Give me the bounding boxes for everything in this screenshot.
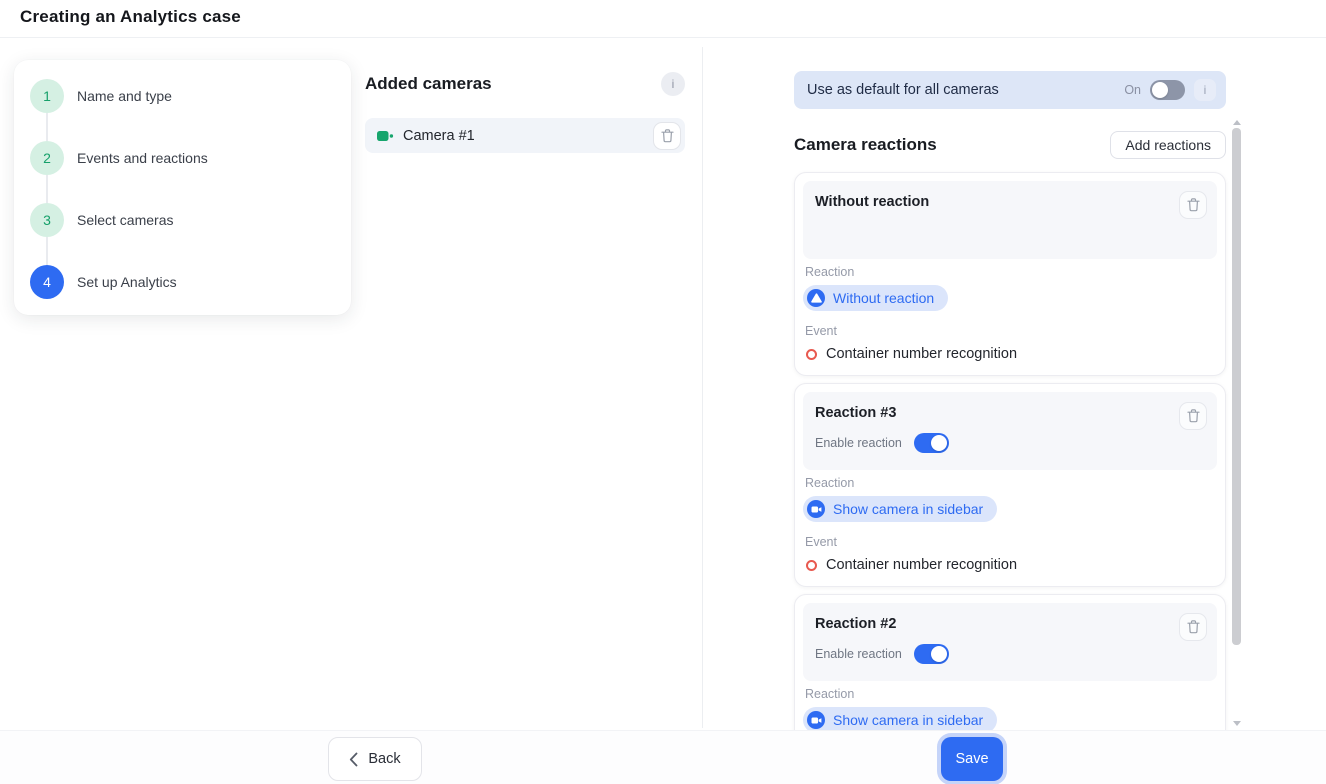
scrollbar-thumb[interactable] bbox=[1232, 128, 1241, 645]
camera-list-item: Camera #1 bbox=[365, 118, 685, 153]
reaction-card: Without reaction Reaction Without reacti… bbox=[794, 172, 1226, 376]
delete-reaction-button[interactable] bbox=[1179, 613, 1207, 641]
event-row: Container number recognition bbox=[806, 557, 1217, 573]
vertical-divider bbox=[702, 47, 703, 728]
scrollbar-up-arrow[interactable] bbox=[1233, 120, 1241, 125]
add-reactions-button[interactable]: Add reactions bbox=[1110, 131, 1226, 159]
toggle-knob bbox=[931, 435, 947, 451]
step-label: Events and reactions bbox=[77, 150, 208, 166]
step-connector bbox=[46, 113, 48, 141]
reaction-cards-list: Without reaction Reaction Without reacti… bbox=[794, 172, 1226, 747]
step-select-cameras[interactable]: 3 Select cameras bbox=[30, 203, 335, 237]
save-button[interactable]: Save bbox=[941, 737, 1003, 781]
step-number-badge: 4 bbox=[30, 265, 64, 299]
modal-header: Creating an Analytics case bbox=[0, 0, 1326, 38]
reactions-scrollbar[interactable] bbox=[1232, 118, 1241, 728]
reaction-field-label: Reaction bbox=[805, 687, 1217, 701]
toggle-state-label: On bbox=[1124, 83, 1141, 97]
step-label: Select cameras bbox=[77, 212, 173, 228]
enable-reaction-label: Enable reaction bbox=[815, 647, 902, 661]
trash-icon bbox=[661, 129, 674, 143]
chevron-left-icon bbox=[349, 752, 358, 767]
added-cameras-heading: Added cameras bbox=[365, 74, 492, 94]
scrollbar-down-arrow[interactable] bbox=[1233, 721, 1241, 726]
trash-icon bbox=[1187, 620, 1200, 634]
step-label: Set up Analytics bbox=[77, 274, 177, 290]
toggle-knob bbox=[931, 646, 947, 662]
camera-icon bbox=[807, 500, 825, 518]
camera-icon bbox=[377, 130, 394, 142]
reaction-card-title: Reaction #3 bbox=[815, 405, 1205, 421]
event-dot-icon bbox=[806, 349, 817, 360]
info-icon[interactable]: i bbox=[1194, 79, 1216, 101]
added-cameras-panel: Added cameras i Camera #1 bbox=[365, 60, 685, 153]
delete-camera-button[interactable] bbox=[653, 122, 681, 150]
step-label: Name and type bbox=[77, 88, 172, 104]
back-button-label: Back bbox=[368, 751, 400, 767]
event-field-label: Event bbox=[805, 535, 1217, 549]
delete-reaction-button[interactable] bbox=[1179, 402, 1207, 430]
toggle-knob bbox=[1152, 82, 1168, 98]
use-as-default-toggle[interactable] bbox=[1150, 80, 1185, 100]
default-for-all-cameras-banner: Use as default for all cameras On i bbox=[794, 71, 1226, 109]
enable-reaction-label: Enable reaction bbox=[815, 436, 902, 450]
step-set-up-analytics[interactable]: 4 Set up Analytics bbox=[30, 265, 335, 299]
step-connector bbox=[46, 237, 48, 265]
wizard-steps-panel: 1 Name and type 2 Events and reactions 3… bbox=[14, 60, 351, 315]
info-icon[interactable]: i bbox=[661, 72, 685, 96]
event-field-label: Event bbox=[805, 324, 1217, 338]
trash-icon bbox=[1187, 198, 1200, 212]
reaction-chip-label: Show camera in sidebar bbox=[833, 712, 983, 728]
event-name: Container number recognition bbox=[826, 557, 1017, 573]
reaction-chip-label: Show camera in sidebar bbox=[833, 501, 983, 517]
reaction-chip-label: Without reaction bbox=[833, 290, 934, 306]
step-number-badge: 1 bbox=[30, 79, 64, 113]
reaction-card-header: Reaction #2 Enable reaction bbox=[803, 603, 1217, 681]
step-events-and-reactions[interactable]: 2 Events and reactions bbox=[30, 141, 335, 175]
enable-reaction-toggle[interactable] bbox=[914, 644, 949, 664]
camera-reactions-heading: Camera reactions bbox=[794, 135, 937, 155]
warning-triangle-icon bbox=[807, 289, 825, 307]
reaction-card-title: Without reaction bbox=[815, 194, 1205, 210]
trash-icon bbox=[1187, 409, 1200, 423]
page-title: Creating an Analytics case bbox=[20, 7, 241, 27]
step-connector bbox=[46, 175, 48, 203]
reaction-card: Reaction #3 Enable reaction Reaction Sho… bbox=[794, 383, 1226, 587]
camera-icon bbox=[807, 711, 825, 729]
modal-footer: Back Save bbox=[0, 730, 1326, 784]
banner-label: Use as default for all cameras bbox=[807, 82, 1124, 98]
reaction-card-title: Reaction #2 bbox=[815, 616, 1205, 632]
step-name-and-type[interactable]: 1 Name and type bbox=[30, 79, 335, 113]
event-name: Container number recognition bbox=[826, 346, 1017, 362]
step-number-badge: 3 bbox=[30, 203, 64, 237]
reaction-card-header: Without reaction bbox=[803, 181, 1217, 259]
camera-name: Camera #1 bbox=[403, 128, 644, 144]
enable-reaction-toggle[interactable] bbox=[914, 433, 949, 453]
step-number-badge: 2 bbox=[30, 141, 64, 175]
event-dot-icon bbox=[806, 560, 817, 571]
reaction-card-header: Reaction #3 Enable reaction bbox=[803, 392, 1217, 470]
reaction-field-label: Reaction bbox=[805, 476, 1217, 490]
reaction-chip[interactable]: Show camera in sidebar bbox=[803, 496, 997, 522]
reaction-field-label: Reaction bbox=[805, 265, 1217, 279]
back-button[interactable]: Back bbox=[328, 737, 422, 781]
reaction-chip[interactable]: Without reaction bbox=[803, 285, 948, 311]
reactions-panel: Use as default for all cameras On i Came… bbox=[794, 60, 1226, 747]
reaction-card: Reaction #2 Enable reaction Reaction Sho… bbox=[794, 594, 1226, 747]
event-row: Container number recognition bbox=[806, 346, 1217, 362]
delete-reaction-button[interactable] bbox=[1179, 191, 1207, 219]
